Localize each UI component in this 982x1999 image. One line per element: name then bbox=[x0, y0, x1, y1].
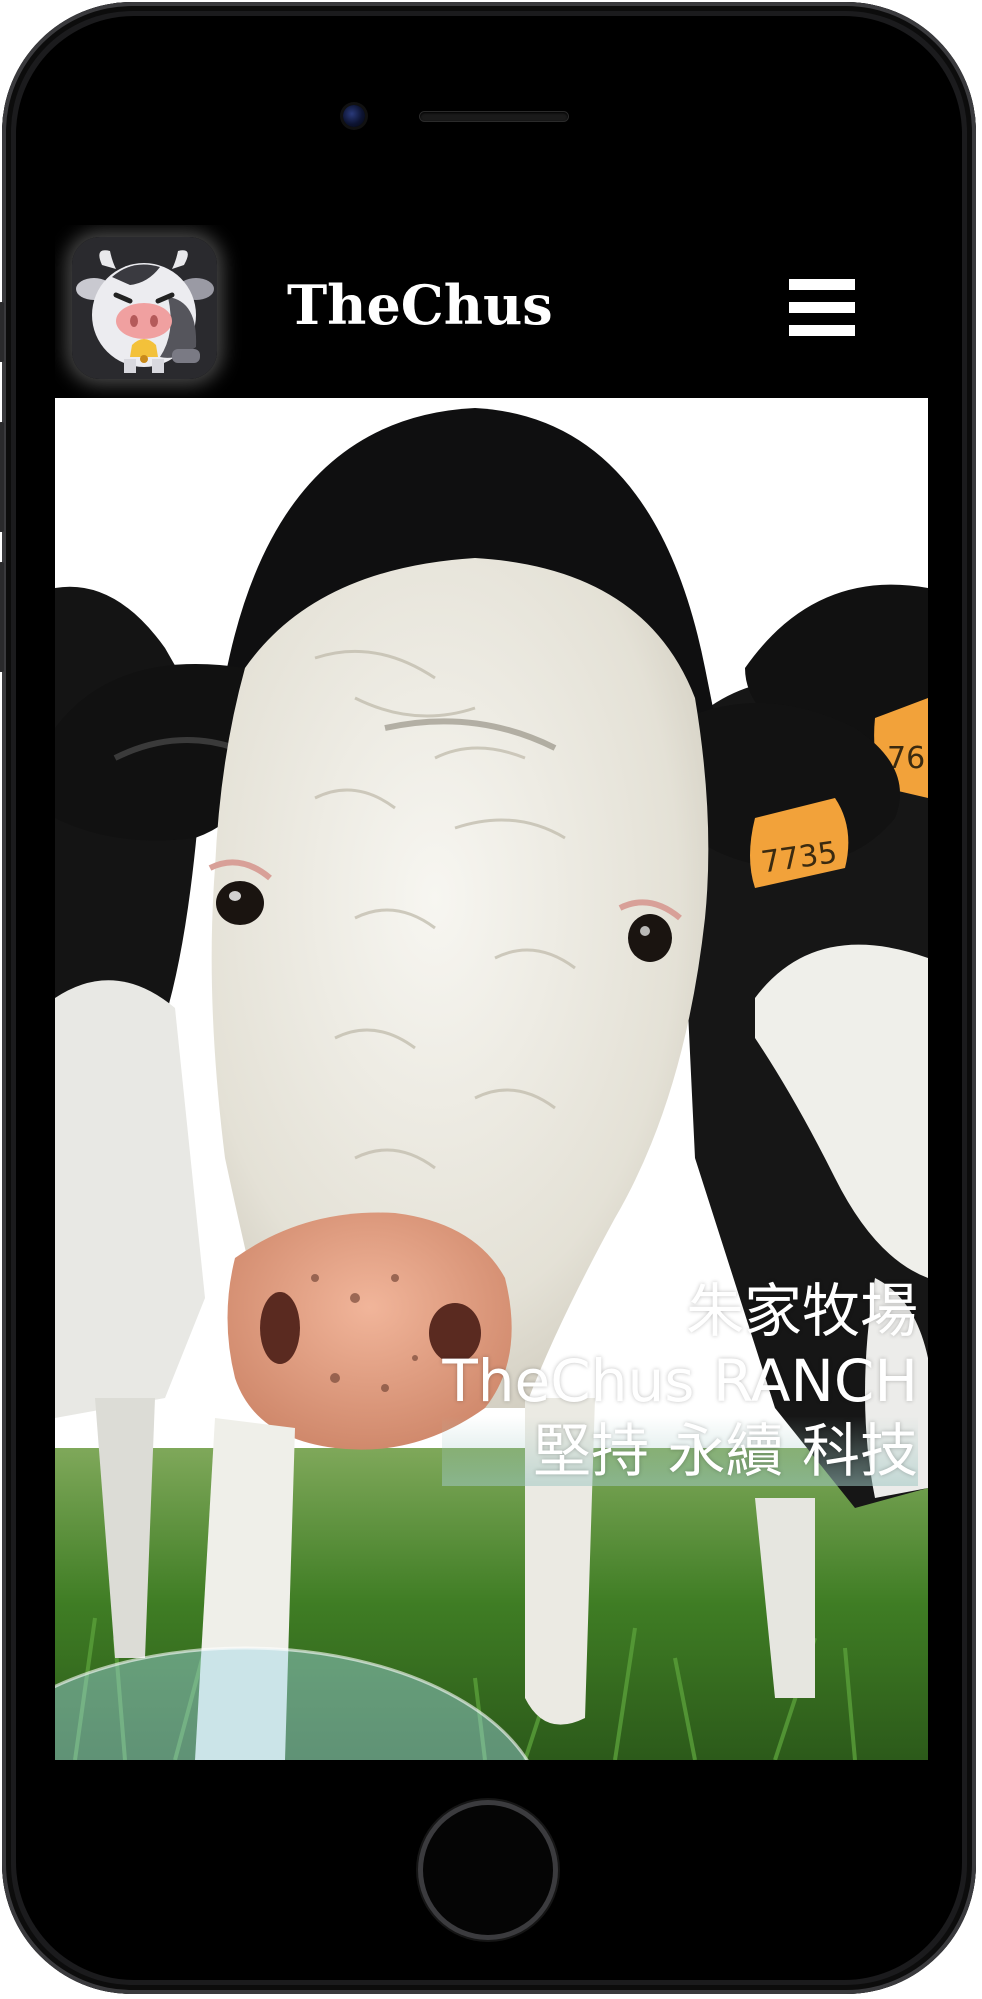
home-button[interactable] bbox=[423, 1805, 553, 1935]
hero-cow-photo: 76 7735 bbox=[55, 398, 928, 1760]
volume-up-button bbox=[0, 422, 4, 532]
hero-slogan: 堅持 永續 科技 bbox=[442, 1416, 918, 1486]
front-camera bbox=[343, 105, 365, 127]
earpiece-speaker bbox=[420, 112, 568, 121]
hero-title-en: TheChus RANCH bbox=[442, 1347, 918, 1415]
hero-banner: 76 7735 朱家牧場 TheChus RANCH 堅持 永續 科技 bbox=[55, 398, 928, 1760]
mute-switch bbox=[0, 302, 4, 362]
site-header: TheChus bbox=[55, 225, 928, 398]
volume-down-button bbox=[0, 562, 4, 672]
hamburger-menu-icon[interactable] bbox=[789, 279, 855, 337]
brand-name[interactable]: TheChus bbox=[287, 265, 553, 345]
hero-tagline: 朱家牧場 TheChus RANCH 堅持 永續 科技 bbox=[442, 1276, 918, 1486]
cow-mascot-logo-icon[interactable] bbox=[72, 237, 217, 379]
hero-title-zh: 朱家牧場 bbox=[685, 1277, 918, 1345]
phone-screen: TheChus 76 7735 朱家牧場 TheChus RANCH 堅持 永續… bbox=[55, 225, 928, 1760]
